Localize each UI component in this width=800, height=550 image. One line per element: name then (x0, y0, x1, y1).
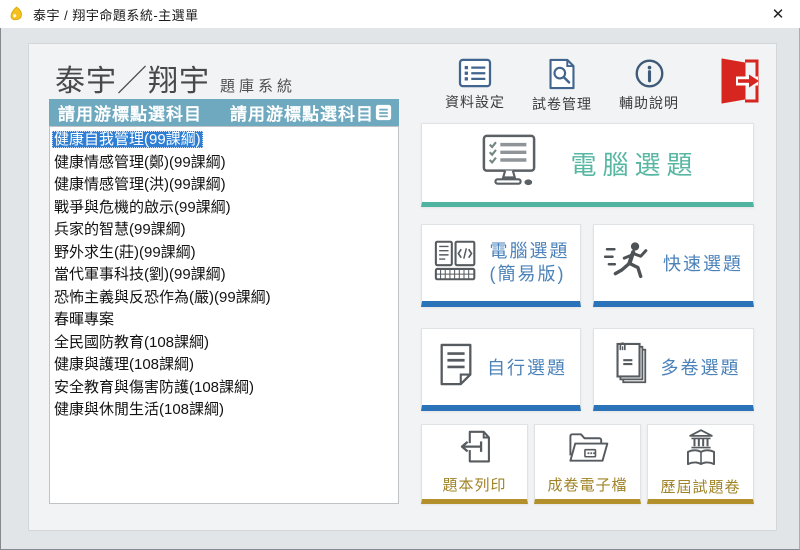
past-papers-button[interactable]: 歷屆試題卷 (647, 424, 754, 504)
list-item[interactable]: 健康情感管理(鄭)(99課綱) (52, 152, 398, 175)
button-label: 快速選題 (663, 250, 743, 276)
button-label: 自行選題 (487, 354, 567, 380)
list-item[interactable]: 當代軍事科技(劉)(99課綱) (52, 264, 398, 287)
list-item[interactable]: 健康與休閒生活(108課綱) (52, 399, 398, 422)
stacked-papers-icon (607, 341, 651, 394)
list-icon (374, 103, 393, 122)
list-item[interactable]: 春暉專案 (52, 309, 398, 332)
titlebar: 泰宇 / 翔宇命題系統-主選單 ✕ (0, 0, 800, 28)
self-select-button[interactable]: 自行選題 (421, 328, 581, 411)
button-label: 電腦選題 (簡易版) (490, 240, 570, 286)
brand-suffix: 題庫系統 (220, 78, 296, 95)
toolbar-label: 試卷管理 (532, 94, 592, 114)
toolbar-label: 資料設定 (445, 92, 505, 112)
runner-icon (604, 238, 653, 288)
button-label: 成卷電子檔 (547, 474, 627, 495)
list-item[interactable]: 戰爭與危機的啟示(99課綱) (52, 197, 398, 220)
list-item[interactable]: 兵家的智慧(99課綱) (52, 219, 398, 242)
exit-button[interactable] (713, 56, 763, 106)
subject-list[interactable]: 健康自我管理(99課綱)健康情感管理(鄭)(99課綱)健康情感管理(洪)(99課… (49, 126, 399, 504)
list-item[interactable]: 健康自我管理(99課綱) (52, 129, 398, 152)
button-label: 多卷選題 (661, 354, 741, 380)
app-icon (8, 6, 25, 23)
quick-select-button[interactable]: 快速選題 (593, 224, 754, 307)
computer-checklist-icon (476, 133, 542, 194)
computer-select-button[interactable]: 電腦選題 (421, 123, 754, 207)
app-window: 泰宇 / 翔宇命題系統-主選單 ✕ 泰宇／翔宇題庫系統 請用游標點選科目 請用游… (0, 0, 800, 550)
computer-select-simple-button[interactable]: 電腦選題 (簡易版) (421, 224, 581, 307)
close-icon[interactable]: ✕ (764, 5, 792, 23)
list-item[interactable]: 全民國防教育(108課綱) (52, 332, 398, 355)
exit-door-icon (713, 93, 763, 110)
document-lines-icon (435, 342, 477, 393)
info-icon (634, 58, 665, 89)
document-search-icon (547, 58, 577, 90)
button-label: 電腦選題 (570, 145, 698, 182)
subject-list-header: 請用游標點選科目 請用游標點選科目 (49, 99, 399, 126)
toolbar-help-button[interactable]: 輔助說明 (610, 58, 688, 116)
multi-paper-select-button[interactable]: 多卷選題 (593, 328, 754, 411)
open-folder-icon (566, 429, 610, 471)
settings-list-icon (458, 58, 492, 88)
list-item[interactable]: 安全教育與傷害防護(108課綱) (52, 377, 398, 400)
toolbar-label: 輔助說明 (619, 93, 679, 113)
button-label: 歷屆試題卷 (660, 476, 740, 497)
list-item[interactable]: 健康情感管理(洪)(99課綱) (52, 174, 398, 197)
print-booklet-button[interactable]: 題本列印 (421, 424, 528, 504)
window-body: 泰宇／翔宇題庫系統 請用游標點選科目 請用游標點選科目 健康自我管理(99課綱)… (0, 28, 800, 550)
button-label: 題本列印 (442, 474, 506, 495)
list-header-text-left: 請用游標點選科目 (58, 100, 202, 125)
toolbar-exam-management-button[interactable]: 試卷管理 (523, 58, 601, 116)
list-item[interactable]: 健康與護理(108課綱) (52, 354, 398, 377)
main-panel: 泰宇／翔宇題庫系統 請用游標點選科目 請用游標點選科目 健康自我管理(99課綱)… (28, 43, 777, 531)
window-title: 泰宇 / 翔宇命題系統-主選單 (33, 5, 199, 24)
brand: 泰宇／翔宇題庫系統 (55, 56, 296, 100)
archive-book-icon (681, 428, 721, 473)
toolbar-data-settings-button[interactable]: 資料設定 (436, 58, 514, 116)
computer-code-icon (433, 238, 480, 288)
brand-name: 泰宇／翔宇 (55, 65, 210, 98)
list-header-text-right: 請用游標點選科目 (230, 100, 374, 125)
efile-button[interactable]: 成卷電子檔 (534, 424, 641, 504)
list-item[interactable]: 野外求生(莊)(99課綱) (52, 242, 398, 265)
page-export-icon (455, 429, 495, 471)
list-item[interactable]: 恐怖主義與反恐作為(嚴)(99課綱) (52, 287, 398, 310)
